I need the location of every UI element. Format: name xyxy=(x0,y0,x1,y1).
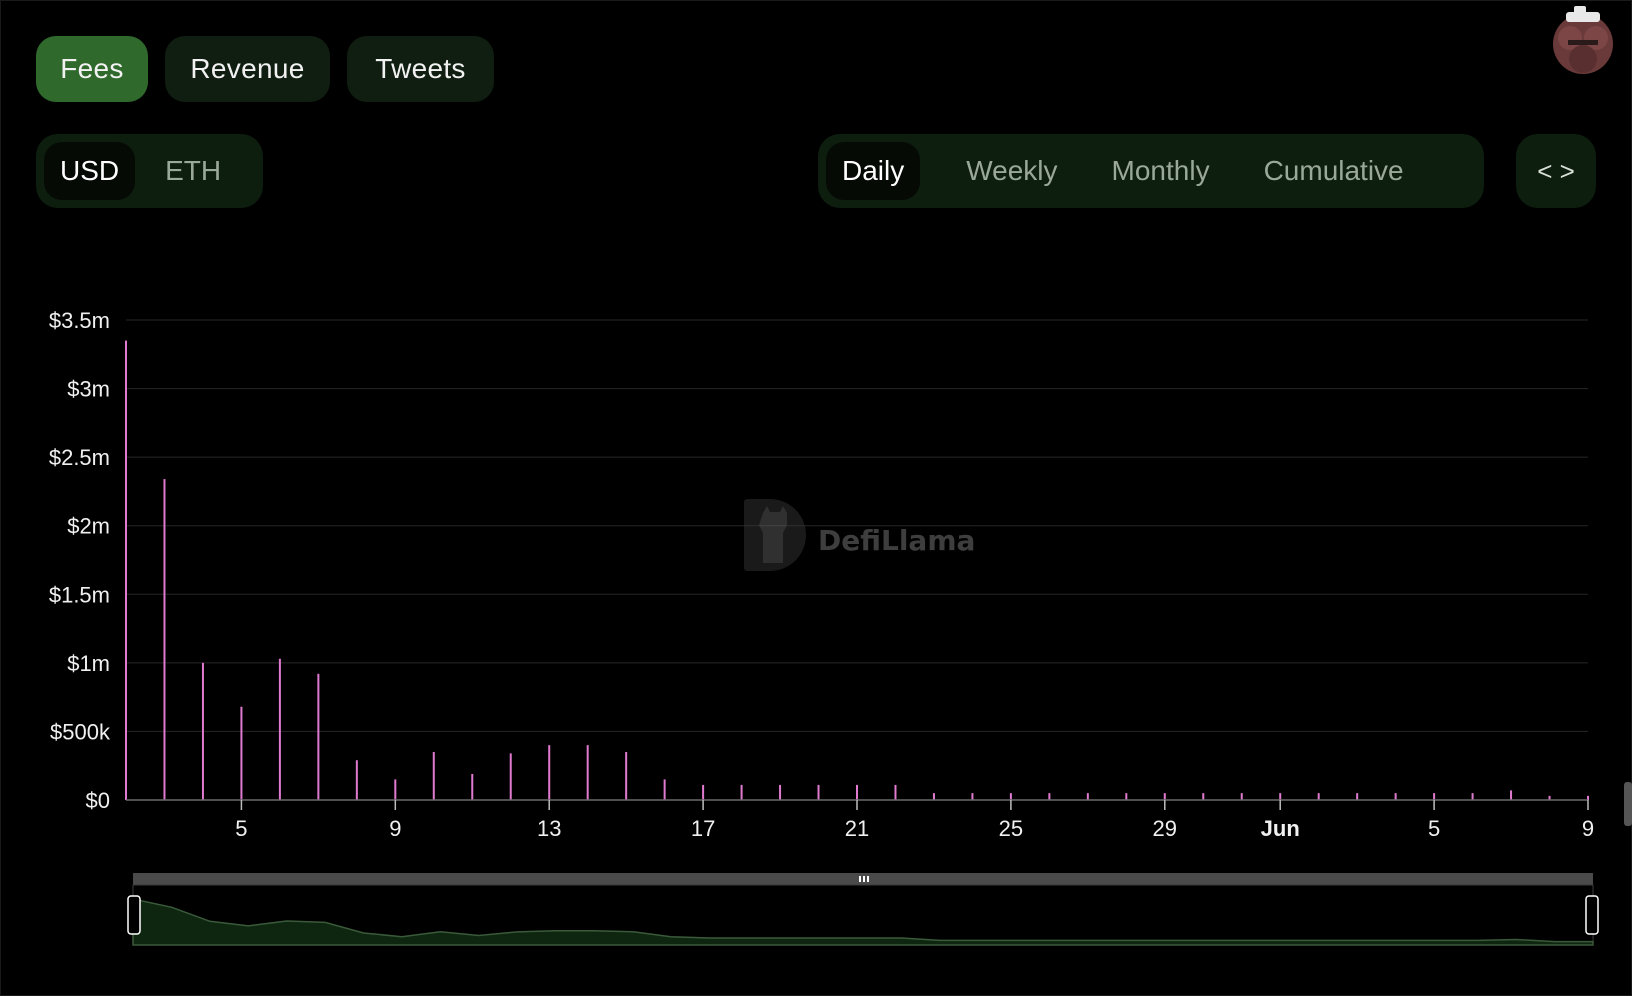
bar[interactable] xyxy=(971,793,974,800)
y-tick-label: $2m xyxy=(67,514,110,539)
bar[interactable] xyxy=(663,779,666,800)
bar[interactable] xyxy=(1471,793,1474,800)
x-tick-label: 13 xyxy=(537,816,561,841)
bar[interactable] xyxy=(1317,793,1320,800)
y-tick-label: $1m xyxy=(67,651,110,676)
watermark-text: DefiLlama xyxy=(818,524,975,557)
slider-right-handle[interactable] xyxy=(1585,895,1599,935)
bar[interactable] xyxy=(1356,793,1359,800)
bar[interactable] xyxy=(1279,793,1282,800)
bar[interactable] xyxy=(355,760,358,800)
bar[interactable] xyxy=(394,779,397,800)
bar[interactable] xyxy=(201,662,204,800)
x-tick-label: 5 xyxy=(235,816,247,841)
overview-area xyxy=(132,898,1594,946)
bar[interactable] xyxy=(240,706,243,800)
bar[interactable] xyxy=(1048,793,1051,800)
zoom-slider[interactable] xyxy=(127,873,1599,946)
bar[interactable] xyxy=(817,784,820,800)
x-tick-label: 25 xyxy=(999,816,1023,841)
bar[interactable] xyxy=(1202,793,1205,800)
bar[interactable] xyxy=(1086,793,1089,800)
x-tick-label: 5 xyxy=(1428,816,1440,841)
y-tick-label: $0 xyxy=(86,788,110,813)
bar[interactable] xyxy=(278,658,281,800)
bar[interactable] xyxy=(1510,790,1513,800)
bar[interactable] xyxy=(856,784,858,800)
bar[interactable] xyxy=(1163,793,1166,800)
bar[interactable] xyxy=(625,752,628,800)
x-tick-label: Jun xyxy=(1261,816,1300,841)
bar[interactable] xyxy=(1394,793,1397,800)
bar[interactable] xyxy=(740,784,743,800)
bar[interactable] xyxy=(586,745,589,800)
defillama-watermark: DefiLlama xyxy=(744,499,975,571)
x-axis-ticks: 5 9 13 17 21 25 29 Jun 5 9 xyxy=(235,800,1594,841)
x-tick-label: 21 xyxy=(845,816,869,841)
llama-logo-icon xyxy=(744,499,806,571)
bar[interactable] xyxy=(548,745,551,800)
x-tick-label: 17 xyxy=(691,816,715,841)
x-tick-label: 9 xyxy=(1582,816,1594,841)
bar[interactable] xyxy=(1240,793,1243,800)
bar[interactable] xyxy=(932,793,935,800)
slider-left-handle[interactable] xyxy=(127,895,141,935)
x-tick-label: 29 xyxy=(1153,816,1177,841)
drag-grip-icon xyxy=(859,876,869,882)
y-tick-label: $500k xyxy=(50,719,111,744)
bar[interactable] xyxy=(1125,793,1128,800)
bar[interactable] xyxy=(702,784,705,800)
y-axis-ticks: $0 $500k $1m $1.5m $2m $2.5m $3m $3.5m xyxy=(49,308,111,813)
y-tick-label: $1.5m xyxy=(49,582,110,607)
bar[interactable] xyxy=(1433,793,1436,800)
bar[interactable] xyxy=(432,752,435,800)
y-tick-label: $2.5m xyxy=(49,445,110,470)
fees-chart: DefiLlama $0 $500k $1m $1.5m $2m $2.5m $3m $3.5… xyxy=(49,308,1632,946)
bar[interactable] xyxy=(163,479,166,800)
page-scrollbar[interactable] xyxy=(1624,782,1632,826)
y-tick-label: $3m xyxy=(67,377,110,402)
y-tick-label: $3.5m xyxy=(49,308,110,333)
bar[interactable] xyxy=(125,340,127,800)
bar[interactable] xyxy=(471,773,474,800)
x-tick-label: 9 xyxy=(389,816,401,841)
bar[interactable] xyxy=(1009,793,1012,800)
bar[interactable] xyxy=(317,673,320,800)
bar[interactable] xyxy=(779,784,782,800)
bar[interactable] xyxy=(894,784,897,800)
bar[interactable] xyxy=(509,753,512,800)
